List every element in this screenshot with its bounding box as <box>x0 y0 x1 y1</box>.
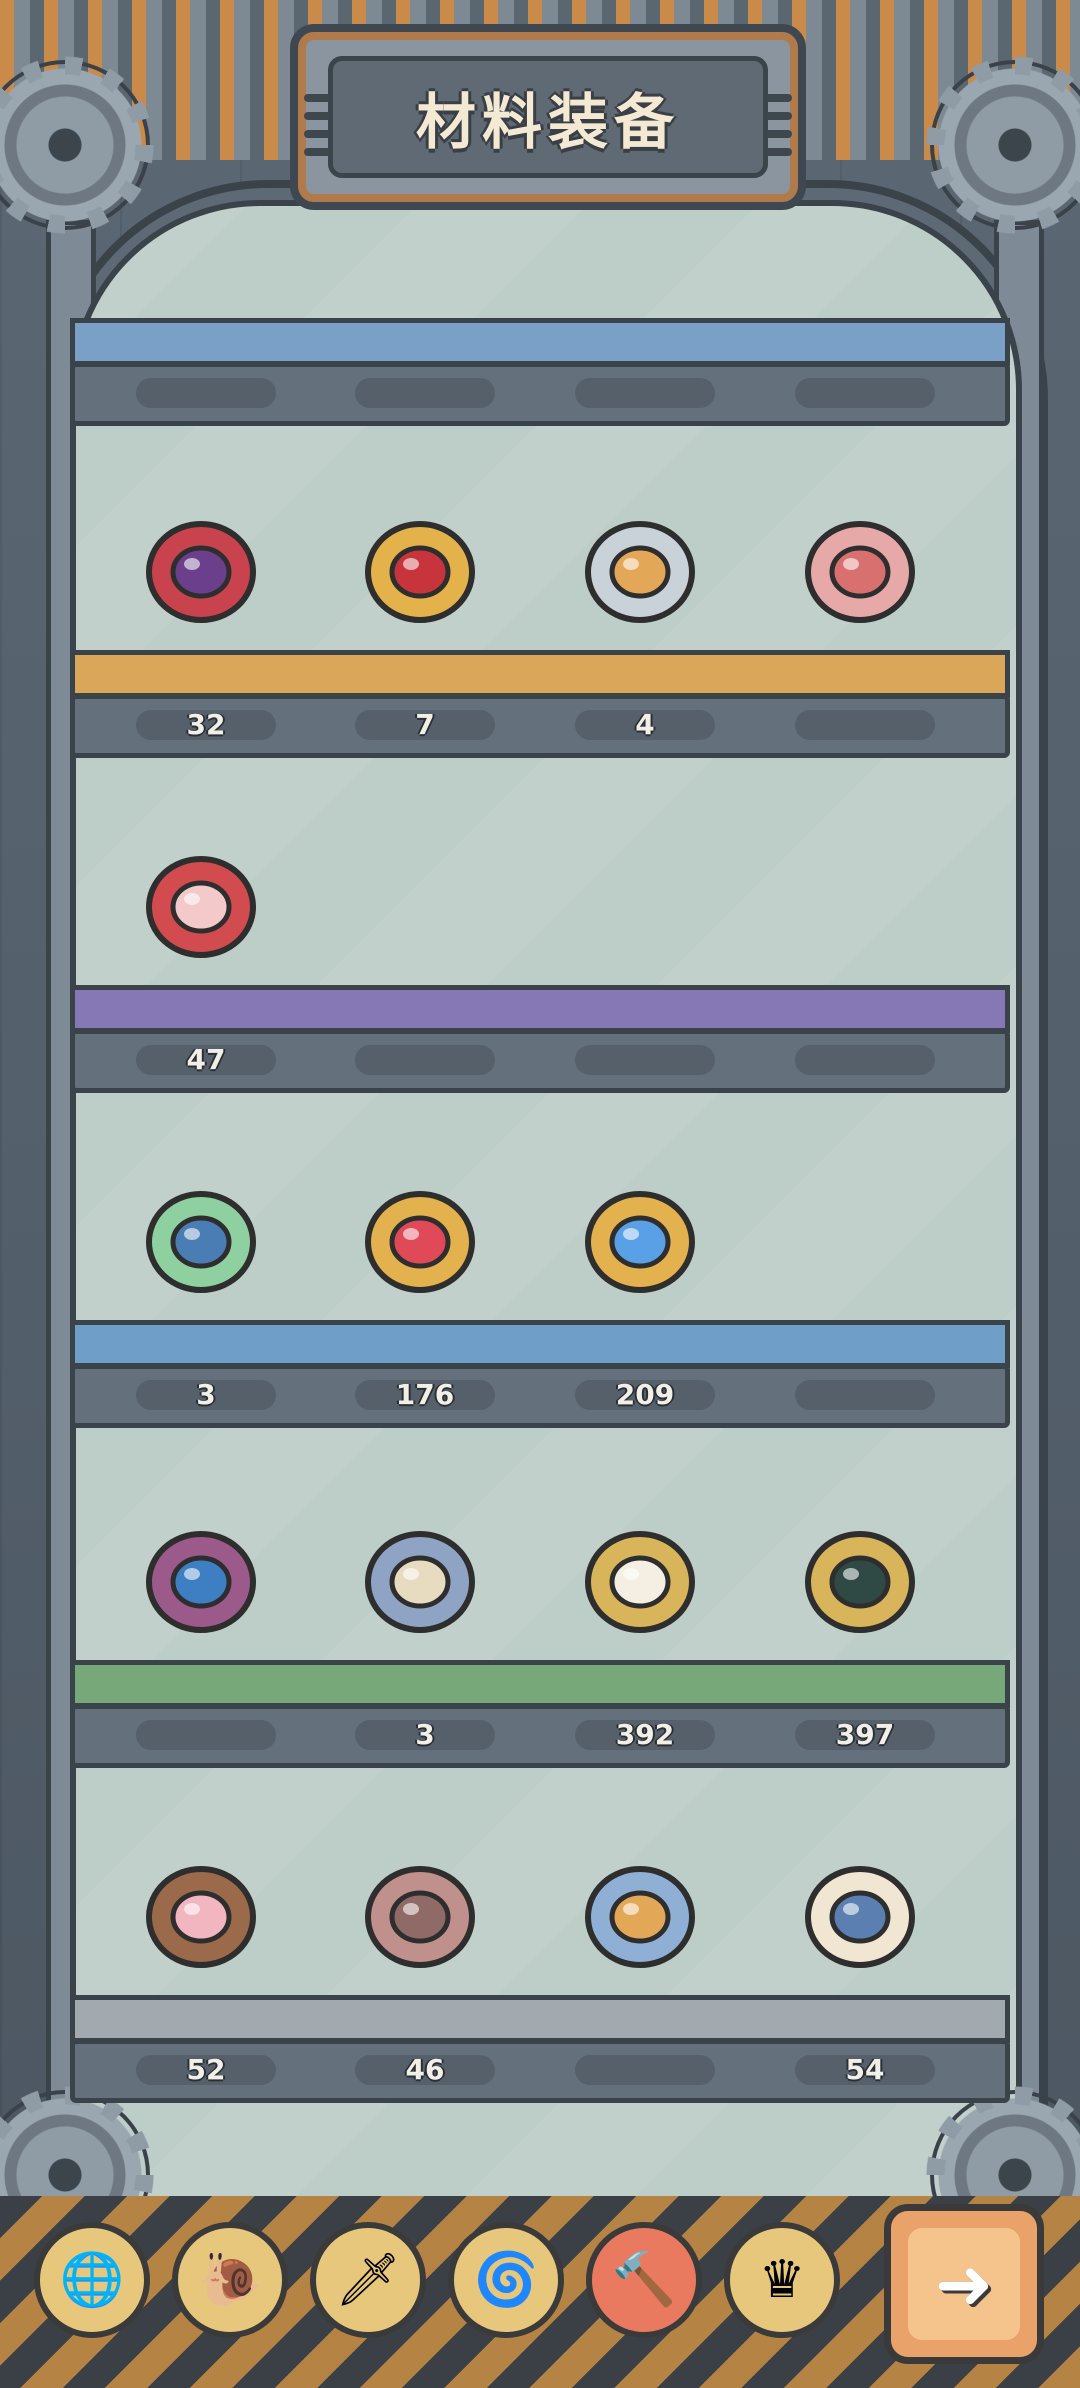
globe-icon: 🌐 <box>59 2250 125 2310</box>
shelf-plank <box>70 318 1010 366</box>
next-button[interactable]: ➜ <box>884 2204 1044 2364</box>
item-count: 392 <box>575 1720 715 1750</box>
pearl-pendant-icon[interactable] <box>565 1500 715 1650</box>
snail-icon: 🐌 <box>197 2250 263 2310</box>
ruby-pendant-icon[interactable] <box>345 1160 495 1310</box>
toolbar-button-sword[interactable]: 🗡 <box>310 2222 426 2338</box>
item-count <box>355 378 495 408</box>
shelf-plank <box>70 650 1010 698</box>
black-pearl-pendant-icon[interactable] <box>785 1500 935 1650</box>
emerald-ring-icon[interactable] <box>126 1160 276 1310</box>
gear-icon <box>930 60 1080 230</box>
flower-ring-icon[interactable] <box>126 1500 276 1650</box>
item-count <box>795 378 935 408</box>
item-count: 32 <box>136 710 276 740</box>
toolbar-button-snail[interactable]: 🐌 <box>172 2222 288 2338</box>
sword-icon: 🗡 <box>334 2250 401 2310</box>
shelf-plank <box>70 1660 1010 1708</box>
item-count: 176 <box>355 1380 495 1410</box>
sapphire-pendant-icon[interactable] <box>565 1160 715 1310</box>
winged-helmet-icon[interactable] <box>126 490 276 640</box>
claw-ring-icon[interactable] <box>345 1500 495 1650</box>
shelf-plank <box>70 1320 1010 1368</box>
item-count: 47 <box>136 1045 276 1075</box>
toolbar-button-hammer[interactable]: 🔨 <box>586 2222 702 2338</box>
item-count: 4 <box>575 710 715 740</box>
item-count: 54 <box>795 2055 935 2085</box>
stone-ring-icon[interactable] <box>345 1835 495 1985</box>
item-count: 3 <box>355 1720 495 1750</box>
item-count <box>136 378 276 408</box>
item-count <box>355 1045 495 1075</box>
gear-icon <box>0 60 150 230</box>
toolbar-button-globe[interactable]: 🌐 <box>34 2222 150 2338</box>
flower-bracelet-icon[interactable] <box>126 1835 276 1985</box>
red-charm-icon[interactable] <box>126 825 276 975</box>
tooth-ring-icon[interactable] <box>565 490 715 640</box>
title-plate: 材料装备 <box>290 24 806 210</box>
arrow-right-icon: ➜ <box>934 2243 994 2325</box>
item-count <box>575 378 715 408</box>
title-panel: 材料装备 <box>328 56 768 178</box>
item-count: 3 <box>136 1380 276 1410</box>
toolbar-button-crown[interactable]: ♛ <box>724 2222 840 2338</box>
spiral-icon: 🌀 <box>473 2250 539 2310</box>
item-count <box>136 1720 276 1750</box>
horn-charm-icon[interactable] <box>785 1835 935 1985</box>
item-count: 7 <box>355 710 495 740</box>
item-count: 46 <box>355 2055 495 2085</box>
item-count <box>575 2055 715 2085</box>
item-count: 52 <box>136 2055 276 2085</box>
item-count <box>575 1045 715 1075</box>
page-title: 材料装备 <box>416 87 680 158</box>
toolbar-button-spiral[interactable]: 🌀 <box>448 2222 564 2338</box>
ruby-ring-icon[interactable] <box>345 490 495 640</box>
item-count: 397 <box>795 1720 935 1750</box>
shelf-plank <box>70 1995 1010 2043</box>
item-count <box>795 710 935 740</box>
item-count <box>795 1045 935 1075</box>
crown-icon: ♛ <box>758 2250 806 2310</box>
item-count: 209 <box>575 1380 715 1410</box>
silver-bangle-icon[interactable] <box>565 1835 715 1985</box>
compass-amulet-icon[interactable] <box>785 490 935 640</box>
shelf-plank <box>70 985 1010 1033</box>
next-button-face: ➜ <box>908 2228 1020 2340</box>
hammer-icon: 🔨 <box>611 2250 677 2310</box>
item-count <box>795 1380 935 1410</box>
